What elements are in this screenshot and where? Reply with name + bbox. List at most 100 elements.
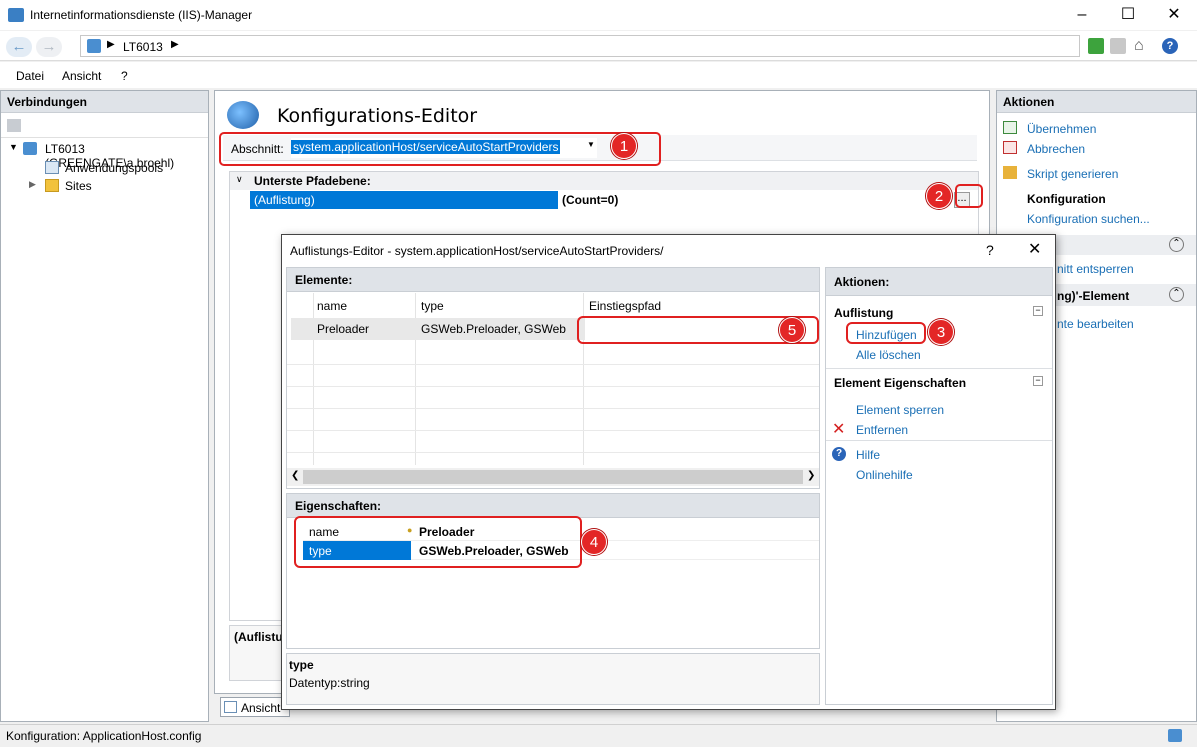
grid-line [287, 408, 819, 409]
forward-arrow-icon[interactable]: → [36, 37, 62, 57]
connections-header: Verbindungen [1, 91, 208, 113]
column-name[interactable]: name [317, 299, 347, 313]
help-icon: ? [832, 447, 846, 461]
stop-icon[interactable] [1110, 38, 1126, 54]
row-name: Preloader [317, 322, 370, 336]
collapse-circle-icon[interactable]: ⌃ [1169, 237, 1184, 252]
dialog-help-button[interactable]: ? [986, 242, 994, 258]
view-icon [224, 701, 237, 713]
collection-row[interactable]: (Auflistung) (Count=0) [250, 191, 978, 209]
tree-item-label: Anwendungspools [65, 161, 164, 175]
properties-header: Eigenschaften: [287, 494, 819, 518]
remove-link[interactable]: Entfernen [856, 423, 908, 437]
collapse-arrow-icon[interactable]: ▶ [29, 179, 36, 190]
collection-group-heading: Auflistung [834, 306, 894, 320]
maximize-button[interactable]: ☐ [1105, 0, 1151, 30]
grid-line [287, 452, 819, 453]
annotation-badge-2: 2 [926, 183, 952, 209]
annotation-badge-1: 1 [611, 133, 637, 159]
remove-x-icon: ✕ [832, 421, 846, 438]
dialog-title: Auflistungs-Editor - system.applicationH… [290, 244, 664, 258]
scroll-right-icon[interactable]: ❯ [807, 470, 815, 481]
cancel-link[interactable]: Abbrechen [1027, 142, 1085, 156]
column-type[interactable]: type [421, 299, 444, 313]
dialog-close-button[interactable]: ✕ [1028, 239, 1041, 259]
grid-line [287, 430, 819, 431]
collapse-icon[interactable]: − [1033, 306, 1043, 316]
dialog-title-bar: Auflistungs-Editor - system.applicationH… [282, 235, 1055, 265]
tree-item-sites[interactable]: ▶ Sites [29, 177, 189, 195]
menu-help[interactable]: ? [121, 69, 128, 83]
apply-icon [1003, 121, 1017, 134]
server-icon [23, 142, 37, 155]
help-icon[interactable]: ? [1162, 38, 1178, 54]
group-label: Unterste Pfadebene: [254, 174, 371, 188]
menu-bar: Datei Ansicht ? [0, 62, 1197, 88]
cancel-icon [1003, 141, 1017, 154]
annotation-box-ellipsis [955, 184, 983, 208]
description-panel: type Datentyp:string [286, 653, 820, 705]
lock-element-link[interactable]: Element sperren [856, 403, 944, 417]
title-bar: Internetinformationsdienste (IIS)-Manage… [0, 0, 1197, 30]
grid-line [287, 364, 819, 365]
page-title: Konfigurations-Editor [277, 105, 478, 127]
elements-panel: Elemente: name type Einstiegspfad Preloa… [286, 267, 820, 489]
column-path[interactable]: Einstiegspfad [589, 299, 661, 313]
dialog-actions-header: Aktionen: [826, 268, 1052, 296]
group-row[interactable]: ∨ Unterste Pfadebene: [230, 172, 978, 190]
tree-item-label: Sites [65, 179, 92, 193]
connect-icon[interactable] [7, 119, 21, 132]
scroll-left-icon[interactable]: ❮ [291, 470, 299, 481]
config-heading: Konfiguration [1027, 192, 1106, 206]
description-title: type [289, 658, 314, 672]
help-link[interactable]: Hilfe [856, 448, 880, 462]
status-text: Konfiguration: ApplicationHost.config [6, 729, 202, 743]
collapse-icon[interactable]: − [1033, 376, 1043, 386]
view-tab[interactable]: Ansicht [220, 697, 290, 717]
address-field[interactable]: ▶ LT6013 ▶ [80, 35, 1080, 57]
row-type: GSWeb.Preloader, GSWeb [421, 322, 566, 336]
config-editor-icon [227, 101, 259, 129]
breadcrumb-server[interactable]: LT6013 [123, 40, 163, 54]
divider [826, 440, 1052, 441]
edit-items-link[interactable]: nte bearbeiten [1057, 317, 1134, 331]
config-search-link[interactable]: Konfiguration suchen... [1027, 212, 1150, 226]
script-link[interactable]: Skript generieren [1027, 167, 1118, 181]
chevron-down-icon[interactable]: ∨ [236, 174, 243, 185]
elements-header: Elemente: [287, 268, 819, 292]
menu-ansicht[interactable]: Ansicht [62, 69, 101, 83]
collection-editor-dialog: Auflistungs-Editor - system.applicationH… [281, 234, 1056, 710]
online-help-link[interactable]: Onlinehilfe [856, 468, 913, 482]
divider [826, 368, 1052, 369]
description-text: Datentyp:string [289, 676, 370, 690]
back-arrow-icon[interactable]: ← [6, 37, 32, 57]
unlock-section-link[interactable]: nitt entsperren [1057, 262, 1134, 276]
tree-item-app-pools[interactable]: Anwendungspools [41, 159, 201, 177]
window-title: Internetinformationsdienste (IIS)-Manage… [30, 8, 253, 22]
column-header-row: name type Einstiegspfad [287, 293, 819, 317]
view-tab-label: Ansicht [241, 701, 281, 715]
clear-all-link[interactable]: Alle löschen [856, 348, 921, 362]
annotation-box-add [846, 322, 926, 344]
close-button[interactable]: ✕ [1151, 0, 1197, 30]
collapse-circle-icon[interactable]: ⌃ [1169, 287, 1184, 302]
element-heading: ng)'-Element [1057, 289, 1130, 303]
connections-panel: Verbindungen ▼ LT6013 (GREENGATE\a.broeh… [0, 90, 209, 722]
refresh-icon[interactable] [1088, 38, 1104, 54]
apply-link[interactable]: Übernehmen [1027, 122, 1096, 136]
horizontal-scrollbar[interactable]: ❮ ❯ [287, 468, 819, 486]
connections-toolbar [1, 114, 208, 138]
expand-arrow-icon[interactable]: ▼ [9, 142, 18, 152]
menu-datei[interactable]: Datei [16, 69, 44, 83]
annotation-box-props [294, 516, 582, 568]
sites-folder-icon [45, 179, 59, 192]
home-icon[interactable]: ⌂ [1134, 37, 1144, 55]
tree-root[interactable]: ▼ LT6013 (GREENGATE\a.broehl) [9, 140, 209, 170]
collection-row-name: (Auflistung) [250, 191, 558, 209]
annotation-badge-3: 3 [928, 319, 954, 345]
grid-line [287, 386, 819, 387]
server-icon [87, 39, 101, 53]
scroll-thumb[interactable] [303, 470, 803, 484]
iis-app-icon [8, 8, 24, 22]
minimize-button[interactable]: – [1059, 0, 1105, 30]
